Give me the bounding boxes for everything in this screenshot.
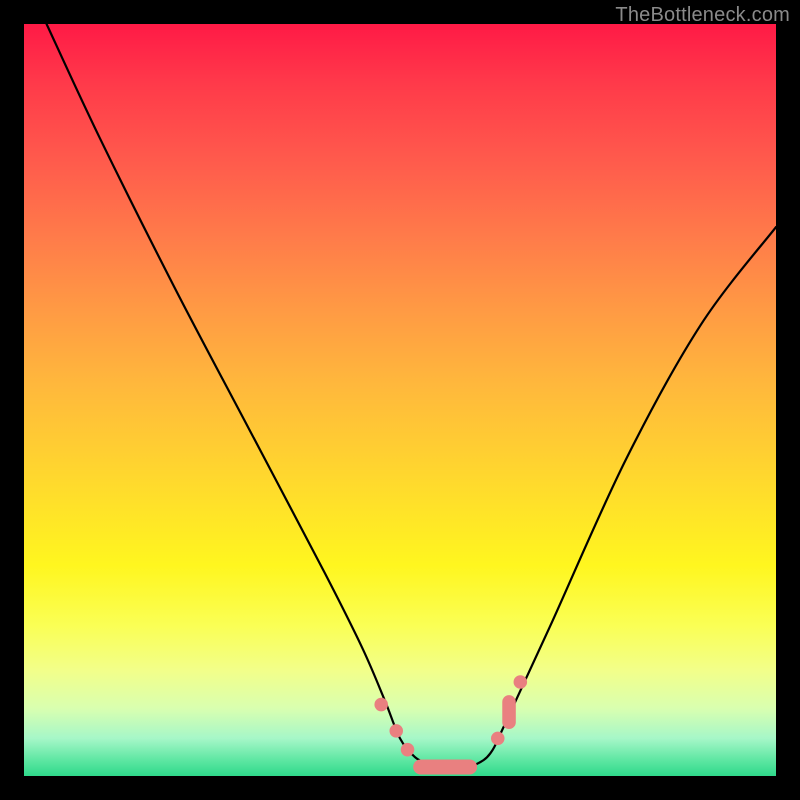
trough-bar (413, 759, 477, 774)
right-dot-2 (514, 675, 528, 689)
left-dot-2 (389, 724, 403, 738)
right-bar-1 (502, 695, 516, 729)
left-dot-3 (401, 743, 415, 757)
chart-frame: TheBottleneck.com (0, 0, 800, 800)
gradient-plot-area (24, 24, 776, 776)
left-dot-1 (374, 698, 388, 712)
right-dot-1 (491, 732, 505, 746)
watermark-label: TheBottleneck.com (615, 4, 790, 27)
chart-svg (24, 24, 776, 776)
bottleneck-curve (47, 24, 776, 769)
